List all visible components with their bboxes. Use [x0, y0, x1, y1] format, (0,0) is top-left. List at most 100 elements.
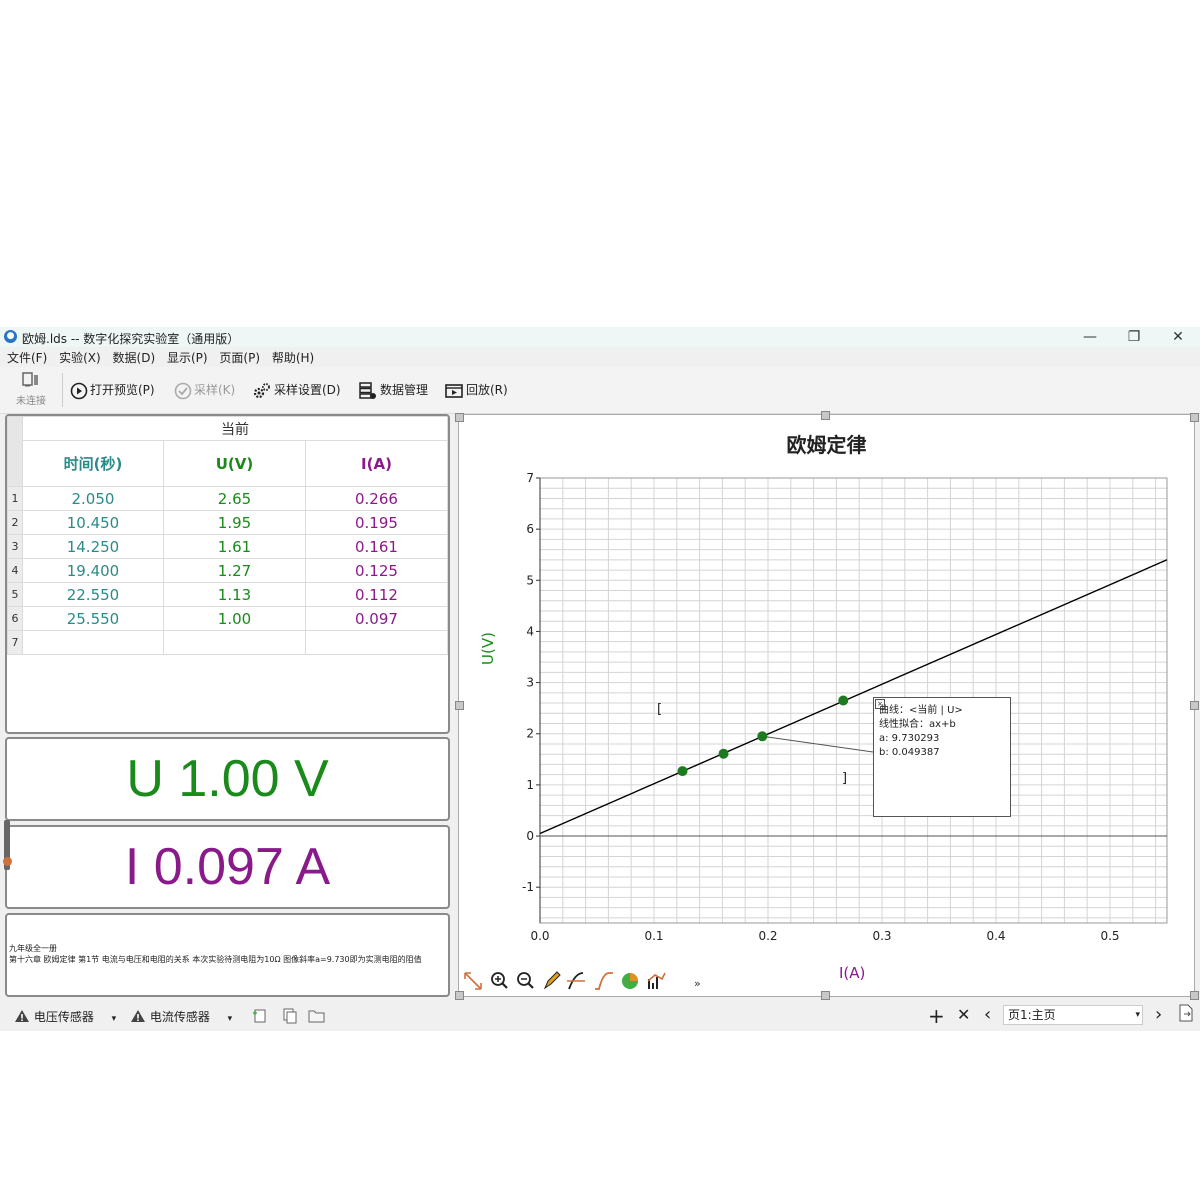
page-select-chevron-icon: ▾	[1135, 1010, 1140, 1020]
resize-handle-top[interactable]	[821, 411, 830, 420]
splitter-knob[interactable]	[3, 857, 12, 866]
fit-view-icon[interactable]	[464, 972, 482, 990]
more-tools-icon[interactable]: »	[694, 977, 701, 990]
cell-time[interactable]: 22.550	[21, 582, 165, 607]
row-number[interactable]: 3	[7, 534, 23, 559]
open-folder-icon[interactable]	[308, 1008, 326, 1027]
cell-voltage[interactable]: 2.65	[163, 486, 306, 511]
fit-box-close-icon[interactable]: ×	[875, 699, 885, 709]
cell-current[interactable]: 0.195	[304, 510, 448, 535]
cell-current[interactable]: 0.266	[304, 486, 448, 511]
fit-info-box[interactable]: × 曲线：<当前 | U> 线性拟合：ax+b a: 9.730293 b: 0…	[873, 697, 1011, 817]
cell-time[interactable]: 10.450	[21, 510, 165, 535]
row-number[interactable]: 5	[7, 582, 23, 607]
cell-current[interactable]: 0.112	[304, 582, 448, 607]
cell-time[interactable]: 25.550	[21, 606, 165, 631]
resize-handle-right[interactable]	[1190, 701, 1199, 710]
table-row[interactable]: 3 14.250 1.61 0.161	[7, 534, 448, 559]
row-number[interactable]: 4	[7, 558, 23, 583]
current-reading: I 0.097 A	[124, 838, 331, 896]
row-number[interactable]: 2	[7, 510, 23, 535]
cell-current[interactable]: 0.097	[304, 606, 448, 631]
connection-status[interactable]: 未连接	[8, 371, 54, 411]
data-point[interactable]	[718, 748, 729, 759]
next-page-icon[interactable]: ›	[1155, 1004, 1162, 1025]
row-number[interactable]: 7	[7, 630, 23, 655]
curve-fit-icon[interactable]	[595, 972, 613, 990]
sample-settings-button[interactable]: 采样设置(D)	[252, 379, 341, 401]
gears-icon	[253, 382, 270, 398]
voltage-sensor-item[interactable]: 电压传感器 ▾	[14, 1008, 116, 1025]
cell-voltage[interactable]	[163, 630, 306, 655]
table-row[interactable]: 6 25.550 1.00 0.097	[7, 606, 448, 631]
resize-handle-bottom[interactable]	[821, 991, 830, 1000]
column-header-time[interactable]: 时间(秒)	[21, 440, 165, 487]
resize-handle-left[interactable]	[455, 701, 464, 710]
data-point[interactable]	[677, 766, 688, 777]
add-page-icon[interactable]: +	[928, 1004, 945, 1028]
menu-file[interactable]: 文件(F)	[7, 349, 47, 367]
page-select[interactable]: 页1:主页 ▾	[1003, 1005, 1143, 1025]
resize-handle-top-right[interactable]	[1190, 413, 1199, 422]
resize-handle-top-left[interactable]	[455, 413, 464, 422]
zoom-in-icon[interactable]	[491, 972, 508, 989]
sample-button[interactable]: 采样(K)	[174, 379, 235, 401]
column-header-voltage[interactable]: U(V)	[163, 440, 306, 487]
cell-voltage[interactable]: 1.27	[163, 558, 306, 583]
y-tick-label: 5	[526, 573, 534, 587]
cell-voltage[interactable]: 1.00	[163, 606, 306, 631]
menu-help[interactable]: 帮助(H)	[272, 349, 314, 367]
data-management-button[interactable]: 数据管理	[358, 379, 428, 401]
cell-voltage[interactable]: 1.13	[163, 582, 306, 607]
menu-data[interactable]: 数据(D)	[113, 349, 156, 367]
table-row[interactable]: 2 10.450 1.95 0.195	[7, 510, 448, 535]
cell-time[interactable]	[21, 630, 165, 655]
cell-current[interactable]	[304, 630, 448, 655]
cell-time[interactable]: 19.400	[21, 558, 165, 583]
voltage-sensor-dropdown-icon[interactable]: ▾	[112, 1014, 117, 1024]
current-sensor-item[interactable]: 电流传感器 ▾	[130, 1008, 232, 1025]
prev-page-icon[interactable]: ‹	[984, 1004, 991, 1025]
close-button[interactable]: ✕	[1156, 327, 1200, 347]
cell-current[interactable]: 0.125	[304, 558, 448, 583]
chart-plot[interactable]: 0.0 0.1 0.2 0.3 0.4 0.5 -1 0 1 2 3 4 5 6 7	[459, 415, 1196, 998]
maximize-button[interactable]: ❐	[1112, 327, 1156, 347]
menu-page[interactable]: 页面(P)	[219, 349, 260, 367]
cell-voltage[interactable]: 1.61	[163, 534, 306, 559]
table-row[interactable]: 7	[7, 630, 448, 655]
voltage-meter-panel: U 1.00 V	[5, 737, 450, 821]
pencil-icon[interactable]	[543, 971, 561, 990]
menu-display[interactable]: 显示(P)	[167, 349, 208, 367]
tangent-icon[interactable]	[567, 972, 585, 990]
menu-experiment[interactable]: 实验(X)	[59, 349, 101, 367]
y-tick-label: 3	[526, 676, 534, 690]
sample-settings-label: 采样设置(D)	[274, 383, 341, 397]
column-header-current[interactable]: I(A)	[304, 440, 448, 487]
pie-chart-icon[interactable]	[622, 973, 638, 989]
cell-time[interactable]: 14.250	[21, 534, 165, 559]
table-row[interactable]: 5 22.550 1.13 0.112	[7, 582, 448, 607]
resize-handle-bottom-right[interactable]	[1190, 991, 1199, 1000]
zoom-out-icon[interactable]	[517, 972, 534, 989]
cell-voltage[interactable]: 1.95	[163, 510, 306, 535]
y-tick-label: 4	[526, 624, 534, 638]
row-number[interactable]: 6	[7, 606, 23, 631]
data-point[interactable]	[838, 695, 849, 706]
table-row[interactable]: 4 19.400 1.27 0.125	[7, 558, 448, 583]
open-preview-label: 打开预览(P)	[90, 383, 155, 397]
cell-time[interactable]: 2.050	[21, 486, 165, 511]
export-page-icon[interactable]	[1178, 1004, 1194, 1025]
open-preview-button[interactable]: 打开预览(P)	[70, 379, 155, 401]
row-number[interactable]: 1	[7, 486, 23, 511]
delete-page-icon[interactable]: ✕	[957, 1005, 970, 1024]
playback-button[interactable]: 回放(R)	[444, 379, 508, 401]
copy-page-icon[interactable]	[282, 1008, 298, 1027]
cell-current[interactable]: 0.161	[304, 534, 448, 559]
minimize-button[interactable]: —	[1068, 327, 1112, 347]
current-sensor-dropdown-icon[interactable]: ▾	[228, 1014, 233, 1024]
resize-handle-bottom-left[interactable]	[455, 991, 464, 1000]
new-page-icon[interactable]	[252, 1008, 268, 1027]
table-row[interactable]: 1 2.050 2.65 0.266	[7, 486, 448, 511]
trend-icon[interactable]	[647, 972, 666, 989]
data-point[interactable]	[757, 731, 768, 742]
